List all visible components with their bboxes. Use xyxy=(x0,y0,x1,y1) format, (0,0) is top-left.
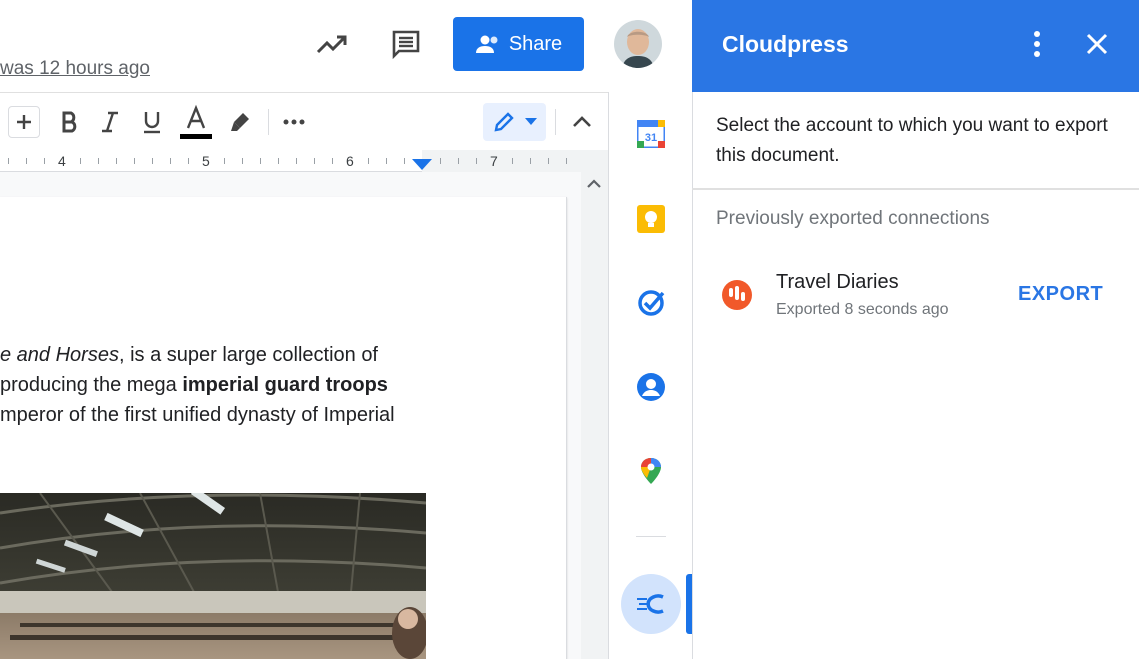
side-apps-divider xyxy=(636,536,666,537)
toolbar-divider xyxy=(268,109,269,135)
ruler-mark: 5 xyxy=(202,153,210,169)
ruler-mark: 6 xyxy=(346,153,354,169)
cloudpress-panel xyxy=(692,0,1139,659)
plus-icon xyxy=(17,115,31,129)
highlighter-icon xyxy=(231,113,249,131)
google-keep-button[interactable] xyxy=(637,205,665,233)
panel-divider xyxy=(692,188,1139,190)
google-contacts-button[interactable] xyxy=(637,373,665,401)
more-options-button[interactable] xyxy=(278,103,310,141)
increase-font-size-button[interactable] xyxy=(8,106,40,138)
activity-dashboard-button[interactable] xyxy=(312,24,352,64)
bold-icon xyxy=(62,111,77,133)
last-edit-link[interactable]: was 12 hours ago xyxy=(0,58,150,80)
ruler-mark: 7 xyxy=(490,153,498,169)
document-body-text[interactable]: e and Horses, is a super large collectio… xyxy=(0,340,440,430)
more-vertical-icon xyxy=(1034,31,1040,57)
comment-icon xyxy=(392,30,420,60)
bold-text: imperial guard troops xyxy=(182,374,388,396)
export-button[interactable]: EXPORT xyxy=(1018,283,1103,306)
italic-text: e and Horses xyxy=(0,344,119,366)
paragraph-line: producing the mega imperial guard troops xyxy=(0,370,440,400)
underline-button[interactable] xyxy=(136,103,168,141)
ruler-margin-area xyxy=(422,150,608,172)
paragraph-line: e and Horses, is a super large collectio… xyxy=(0,340,440,370)
terracotta-pit-photo xyxy=(0,493,426,659)
calendar-day: 31 xyxy=(645,132,657,144)
italic-icon xyxy=(102,111,118,133)
chevron-up-icon xyxy=(573,116,591,127)
toolbar-divider xyxy=(555,109,556,135)
right-indent-marker[interactable] xyxy=(412,159,432,171)
calendar-icon: 31 xyxy=(635,118,667,150)
trending-up-icon xyxy=(316,35,347,54)
bold-button[interactable] xyxy=(54,103,86,141)
caret-down-icon xyxy=(524,118,537,125)
ruler-mark: 4 xyxy=(58,153,66,169)
tasks-icon xyxy=(638,290,665,316)
google-maps-button[interactable] xyxy=(637,457,665,485)
keep-icon xyxy=(637,205,665,233)
connection-brand-icon xyxy=(729,286,745,301)
comments-button[interactable] xyxy=(386,24,426,64)
formatting-toolbar xyxy=(0,92,608,150)
italic-button[interactable] xyxy=(94,103,126,141)
scroll-up-icon[interactable] xyxy=(587,179,601,189)
hide-menus-button[interactable] xyxy=(566,103,598,141)
close-icon xyxy=(1086,33,1108,55)
text-run: , is a super large collection of xyxy=(118,344,378,366)
more-horizontal-icon xyxy=(283,119,305,125)
text-run: producing the mega xyxy=(0,374,183,396)
maps-icon xyxy=(641,458,661,484)
panel-title: Cloudpress xyxy=(722,31,849,57)
google-tasks-button[interactable] xyxy=(637,289,665,317)
connection-name: Travel Diaries xyxy=(776,271,899,293)
text-color-icon xyxy=(180,104,212,139)
panel-instructions: Select the account to which you want to … xyxy=(716,115,1108,166)
add-person-icon xyxy=(475,35,498,53)
editing-mode-button[interactable] xyxy=(483,103,546,141)
text-color-button[interactable] xyxy=(178,103,214,141)
pencil-icon xyxy=(493,112,514,132)
panel-menu-button[interactable] xyxy=(1024,28,1050,60)
text-run: mperor of the first unified dynasty of I… xyxy=(0,404,395,426)
underline-icon xyxy=(144,112,160,134)
connection-logo xyxy=(722,280,752,310)
paragraph-line: mperor of the first unified dynasty of I… xyxy=(0,400,440,430)
profile-photo xyxy=(614,20,662,68)
google-calendar-button[interactable]: 31 xyxy=(635,118,667,150)
share-label: Share xyxy=(508,32,563,55)
panel-close-button[interactable] xyxy=(1080,28,1114,60)
contacts-icon xyxy=(637,373,665,401)
document-image[interactable] xyxy=(0,493,426,659)
document-scrollbar[interactable] xyxy=(581,172,608,659)
account-avatar[interactable] xyxy=(614,20,662,68)
section-heading: Previously exported connections xyxy=(716,208,990,229)
cloudpress-addon-button[interactable] xyxy=(621,574,681,634)
connection-timestamp: Exported 8 seconds ago xyxy=(776,301,949,318)
highlight-color-button[interactable] xyxy=(224,103,256,141)
share-button[interactable]: Share xyxy=(453,17,584,71)
cloudpress-icon xyxy=(637,594,664,614)
